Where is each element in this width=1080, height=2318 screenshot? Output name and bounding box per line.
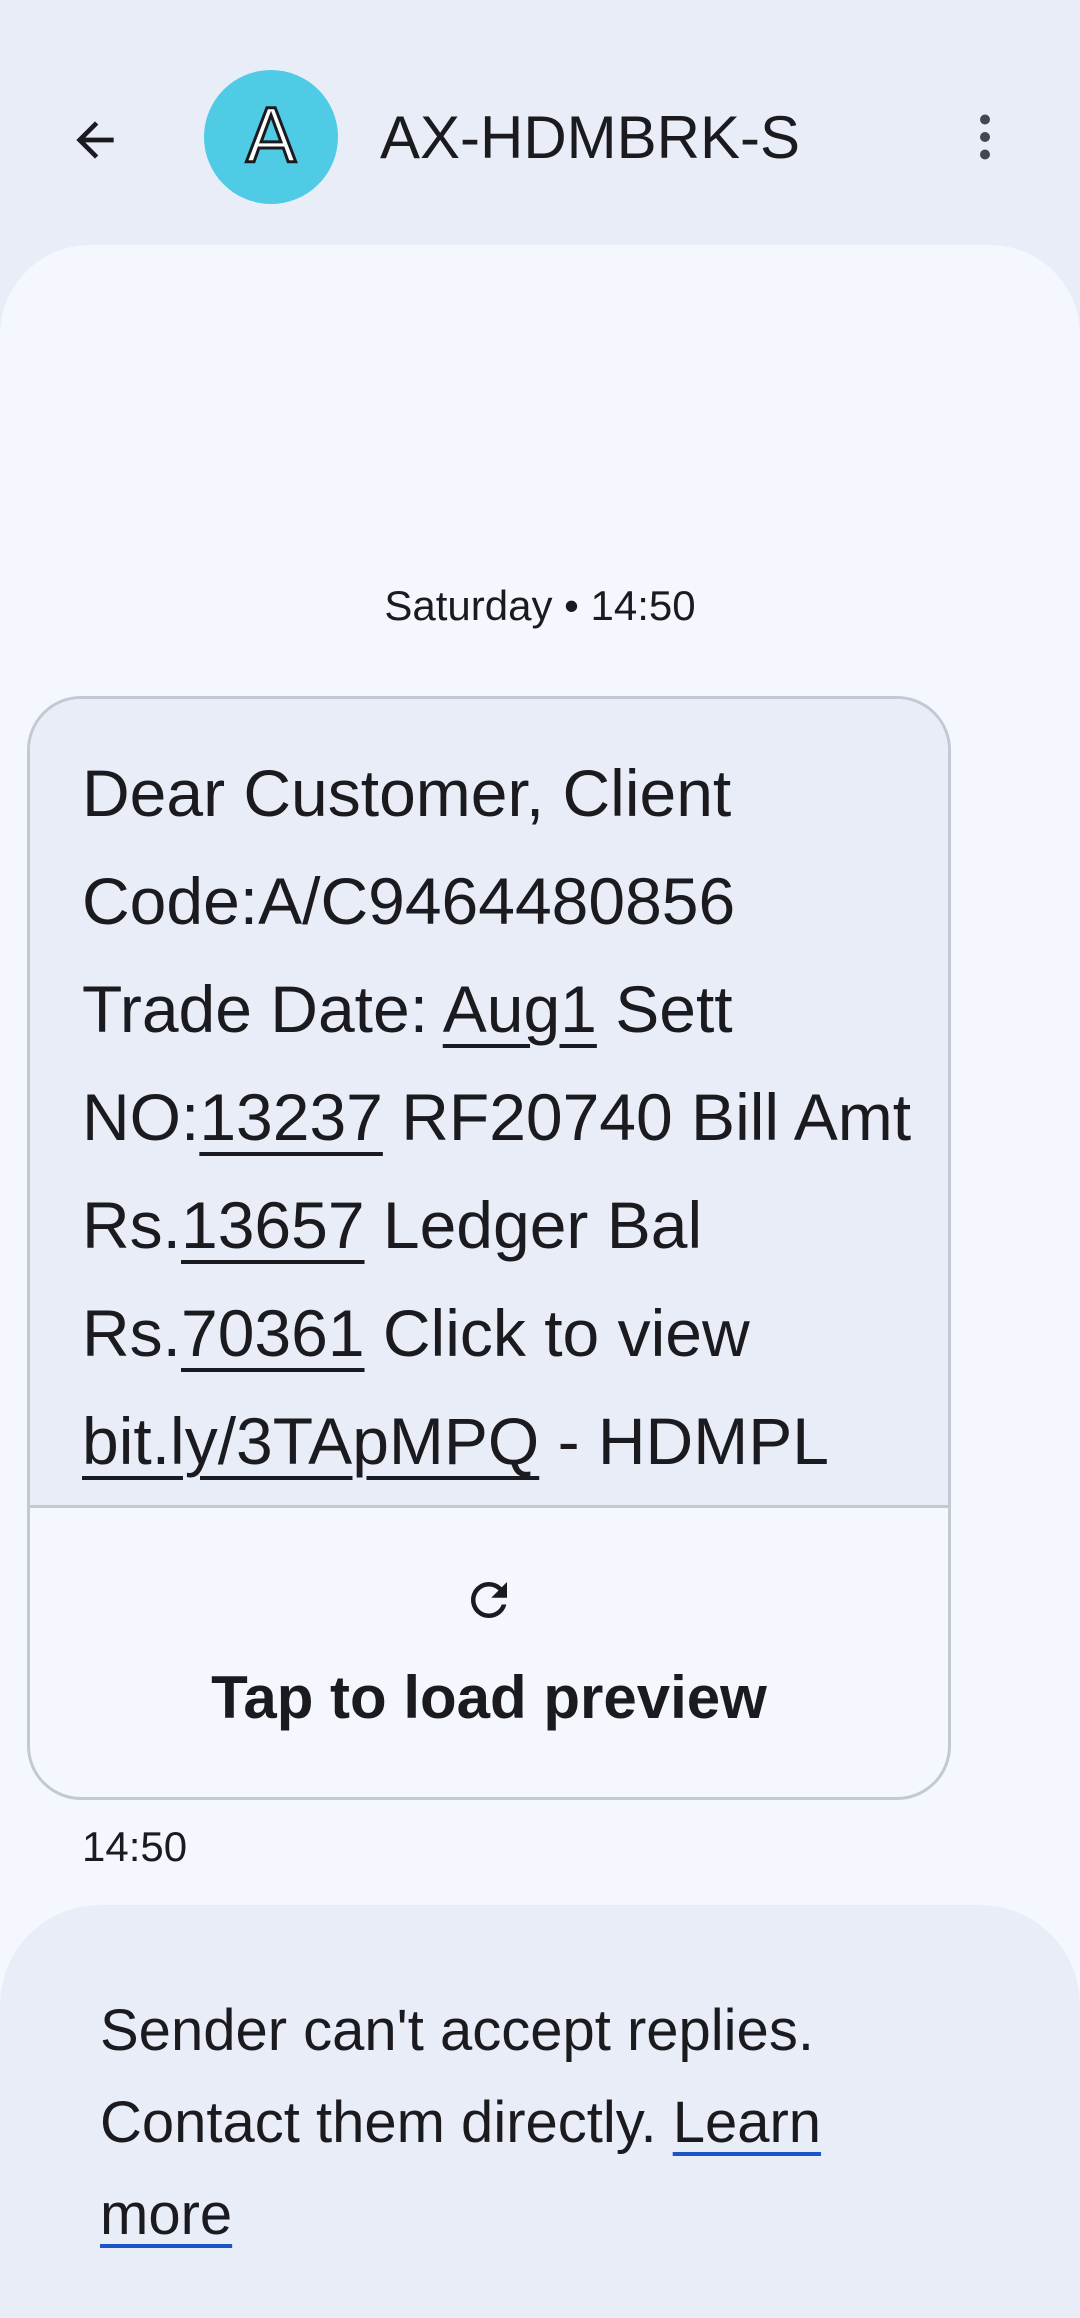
avatar[interactable]: A [204, 70, 338, 204]
message-link[interactable]: 13657 [181, 1188, 365, 1262]
load-preview-button[interactable]: Tap to load preview [30, 1508, 948, 1797]
reply-notice: Sender can't accept replies. Contact the… [0, 1905, 1080, 2318]
message-link[interactable]: bit.ly/3TApMPQ [82, 1404, 539, 1478]
message-timestamp: 14:50 [82, 1823, 188, 1870]
message-text-segment: - HDMPL [539, 1404, 829, 1478]
arrow-left-icon [76, 121, 114, 159]
sender-name[interactable]: AX-HDMBRK-S [380, 98, 800, 178]
message-text-segment: Click to view [364, 1296, 750, 1370]
message-link[interactable]: Aug1 [443, 972, 597, 1046]
message-link[interactable]: 13237 [199, 1080, 383, 1154]
avatar-letter: A [244, 94, 298, 180]
notice-text: Sender can't accept replies. Contact the… [100, 1985, 960, 2261]
more-vert-icon [980, 114, 990, 160]
preview-label: Tap to load preview [211, 1664, 767, 1731]
app-bar: A AX-HDMBRK-S [0, 0, 1080, 245]
message-link[interactable]: 70361 [181, 1296, 365, 1370]
date-divider: Saturday • 14:50 [384, 582, 696, 629]
message-text[interactable]: Dear Customer, Client Code:A/C9464480856… [30, 699, 948, 1508]
refresh-icon [471, 1582, 507, 1618]
message-bubble[interactable]: Dear Customer, Client Code:A/C9464480856… [27, 696, 951, 1800]
more-options-button[interactable] [940, 92, 1030, 182]
back-button[interactable] [50, 95, 140, 185]
